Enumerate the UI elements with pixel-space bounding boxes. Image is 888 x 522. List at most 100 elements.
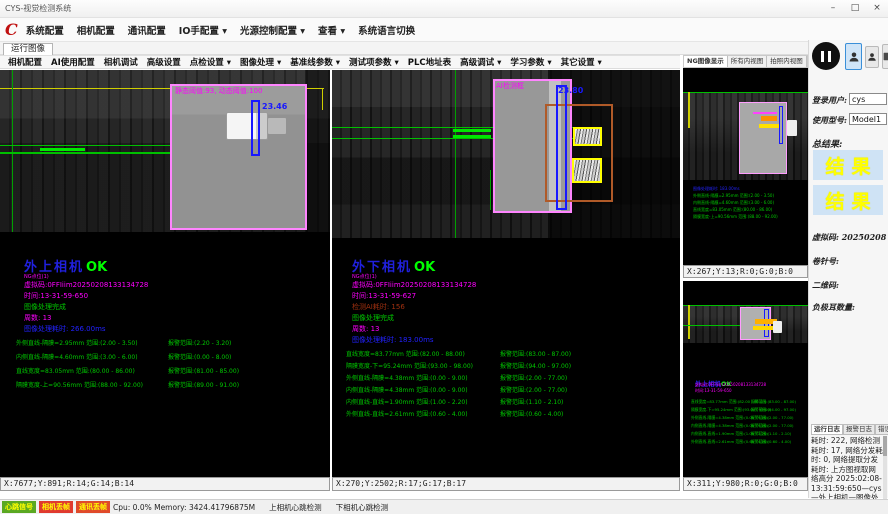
pin-number-label: 卷针号: <box>812 256 839 267</box>
measurement-value: 外侧直线-直线=2.61mm 范围:(0.60 - 4.00) <box>346 409 468 418</box>
user-manage-button[interactable] <box>865 46 879 68</box>
mini-alarm: 报警范围:(2.00 - 77.00) <box>751 423 794 428</box>
tab-capture-inner-views[interactable]: 拍照内视图 <box>767 56 807 67</box>
menu-io-config[interactable]: IO手配置 ▾ <box>179 23 227 37</box>
baseline-tick-yellow <box>688 92 690 128</box>
toolbar-ai-usage-config[interactable]: AI使用配置 <box>51 56 95 68</box>
tab-count-label: 负极耳数量: <box>812 302 855 313</box>
view-tab-row: 运行图像 <box>0 42 888 55</box>
toolbar-spot-check-settings[interactable]: 点检设置 ▾ <box>190 56 231 68</box>
toolbar-learning-params[interactable]: 学习参数 ▾ <box>510 56 551 68</box>
app-logo-icon: C <box>0 19 26 41</box>
tab-all-inner-views[interactable]: 所有内视图 <box>728 56 768 67</box>
toolbar-camera-debug[interactable]: 相机调试 <box>104 56 138 68</box>
menu-system-config[interactable]: 系统配置 <box>26 23 64 37</box>
thumbnail-panel-bottom: 外上相机OK 虚拟码:0FFIiim20250208133134728 时间:1… <box>683 281 808 477</box>
close-button[interactable]: × <box>866 0 888 17</box>
result-text: 结果 <box>818 187 877 214</box>
model-input[interactable]: Model1 <box>849 113 887 125</box>
coordinate-bar-lower: X:270;Y:2502;R:17;G:17;B:17 <box>332 477 680 491</box>
connector-object <box>226 112 268 140</box>
alarm-range: 报警范围:(2.00 - 77.00) <box>500 373 567 382</box>
title-bar: CYS-视觉检测系统 – □ × <box>0 0 888 18</box>
measurement-value: 隔膜宽度-下=95.24mm 范围:(93.00 - 98.00) <box>346 361 473 370</box>
alarm-range: 报警范围:(81.00 - 85.00) <box>168 366 239 375</box>
ng-note: NG点位(1) <box>352 273 377 280</box>
toolbar-advanced-settings[interactable]: 高级设置 <box>147 56 181 68</box>
result-box-1: 结果 <box>813 150 883 180</box>
alarm-range: 报警范围:(89.00 - 91.00) <box>168 380 239 389</box>
barcode-line: 虚拟码:0FFIiim20250208133134728 <box>24 280 148 290</box>
ai-box-label: AI检测框 <box>496 81 524 91</box>
model-label: 使用型号: <box>812 115 847 126</box>
elapsed-line: 图像处理耗时: 183.00ms <box>352 335 434 345</box>
menu-language-switch[interactable]: 系统语言切换 <box>358 23 415 37</box>
measurement-value: 外侧直线-隔膜=4.38mm 范围:(0.00 - 9.00) <box>346 373 468 382</box>
camera-frame-drop-badge: 相机丢帧 <box>39 501 73 513</box>
edge-line-green-2 <box>683 325 743 326</box>
toolbar-plc-address-table[interactable]: PLC地址表 <box>408 56 451 68</box>
login-user-button[interactable] <box>845 43 862 70</box>
status-ok-label: OK <box>86 260 107 275</box>
camera-panel-lower: AI检测框 23.80 外下相机OK NG点位(1) 虚拟码:0FFIiim20… <box>332 70 680 477</box>
process-done-line: 图像处理完成 <box>24 302 66 312</box>
login-user-input[interactable]: cys <box>849 93 887 105</box>
cpu-memory-status: Cpu: 0.0% Memory: 3424.41796875M <box>113 503 255 512</box>
tab-highlight-rect-1 <box>573 127 602 146</box>
tab-error-log[interactable]: 错误日志 <box>875 424 888 435</box>
exit-button[interactable] <box>882 44 888 69</box>
alarm-range: 报警范围:(83.00 - 87.00) <box>500 349 571 358</box>
measurement-value: 直线宽度=83.77mm 范围:(82.00 - 88.00) <box>346 349 465 358</box>
app-window: CYS-视觉检测系统 – □ × C 系统配置 相机配置 通讯配置 IO手配置 … <box>0 0 888 522</box>
alarm-range: 报警范围:(94.00 - 97.00) <box>500 361 571 370</box>
minimize-button[interactable]: – <box>822 0 844 17</box>
tab-run-log[interactable]: 运行日志 <box>811 424 843 435</box>
log-tab-bar: 运行日志 报警日志 错误日志 <box>811 424 888 435</box>
measure-rect-blue-mini <box>779 106 783 144</box>
measurement-value: 内侧直线-直线=1.90mm 范围:(1.00 - 2.20) <box>346 397 468 406</box>
barcode-line: 虚拟码:0FFIiim20250208133134728 <box>352 280 476 290</box>
toolbar-test-item-params[interactable]: 测试项参数 ▾ <box>349 56 399 68</box>
pause-icon <box>821 51 824 62</box>
barcode-value-label: 虚拟码: 20250208 <box>812 232 886 243</box>
tab-alarm-log[interactable]: 报警日志 <box>843 424 875 435</box>
mini-alarm: 报警范围:(0.60 - 4.00) <box>751 439 791 444</box>
user-icon <box>867 51 877 63</box>
measure-value-label: 23.46 <box>262 102 287 111</box>
total-result-label: 总结果: <box>812 137 842 150</box>
log-scrollbar-thumb[interactable] <box>883 436 887 456</box>
toolbar: 相机配置 AI使用配置 相机调试 高级设置 点检设置 ▾ 图像处理 ▾ 基准线参… <box>0 55 680 69</box>
toolbar-baseline-params[interactable]: 基准线参数 ▾ <box>290 56 340 68</box>
pause-button[interactable] <box>812 42 840 70</box>
menu-view[interactable]: 查看 ▾ <box>318 23 345 37</box>
connector-object-mini <box>773 321 782 333</box>
reference-line-vertical <box>455 70 456 238</box>
menu-camera-config[interactable]: 相机配置 <box>77 23 115 37</box>
measurement-value: 内侧直线-隔膜=4.60mm 范围:(3.00 - 6.00) <box>16 352 138 361</box>
edge-segment-green-1 <box>453 129 491 132</box>
mini-alarm: 报警范围:(1.10 - 2.10) <box>751 431 791 436</box>
toolbar-camera-config[interactable]: 相机配置 <box>8 56 42 68</box>
toolbar-other-settings[interactable]: 其它设置 ▾ <box>561 56 602 68</box>
ng-note: NG点位(1) <box>24 273 49 280</box>
mini-measurement-line: 外侧直线-隔膜=2.95mm 范围:(2.00 - 3.50) <box>693 193 774 199</box>
status-bar: 心跳信号 相机丢帧 通讯丢帧 Cpu: 0.0% Memory: 3424.41… <box>0 499 888 514</box>
toolbar-image-processing[interactable]: 图像处理 ▾ <box>240 56 281 68</box>
exit-door-icon <box>883 50 888 63</box>
mini-alarm: 报警范围:(94.00 - 97.00) <box>751 407 796 412</box>
process-done-line: 图像处理完成 <box>352 313 394 323</box>
result-box-2: 结果 <box>813 185 883 215</box>
mini-measurement-line: 隔膜宽度-上=90.56mm 范围:(88.00 - 92.00) <box>693 214 778 220</box>
toolbar-advanced-debug[interactable]: 高级调试 ▾ <box>460 56 501 68</box>
menu-light-control-config[interactable]: 光源控制配置 ▾ <box>240 23 305 37</box>
tab-ng-image-display[interactable]: NG图像显示 <box>684 56 728 67</box>
edge-line-green-2 <box>0 152 172 154</box>
coordinate-bar-thumb-top: X:267;Y:13;R:0;G:0;B:0 <box>683 265 808 278</box>
maximize-button[interactable]: □ <box>844 0 866 17</box>
alarm-range: 报警范围:(0.60 - 4.00) <box>500 409 563 418</box>
menu-comm-config[interactable]: 通讯配置 <box>128 23 166 37</box>
mini-measurement-line: 直线宽度=83.05mm 范围:(80.00 - 86.00) <box>693 207 772 213</box>
menu-bar: C 系统配置 相机配置 通讯配置 IO手配置 ▾ 光源控制配置 ▾ 查看 ▾ 系… <box>0 18 888 42</box>
edge-line-green <box>683 305 808 306</box>
measurement-value: 内侧直线-隔膜=4.38mm 范围:(0.00 - 9.00) <box>346 385 468 394</box>
